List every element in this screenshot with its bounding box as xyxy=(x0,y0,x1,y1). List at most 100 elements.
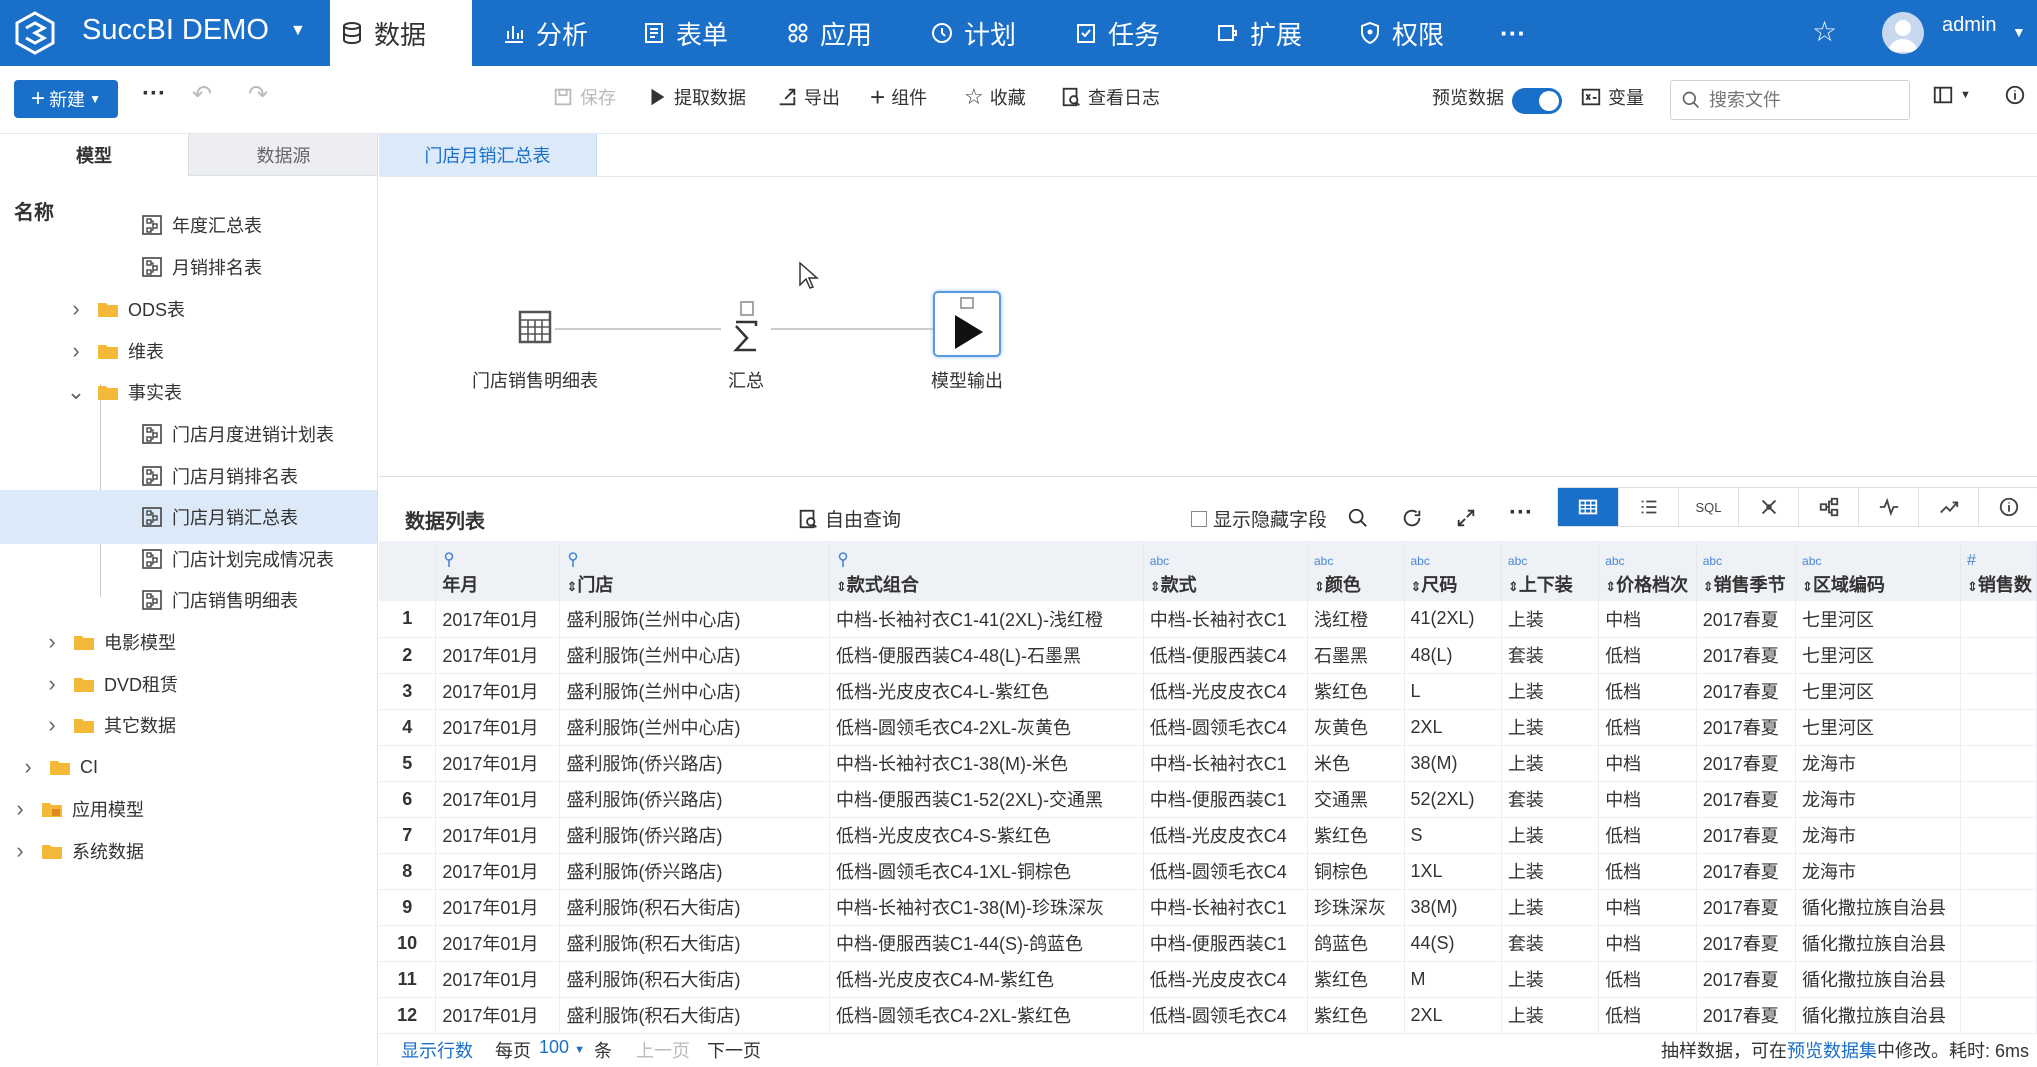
table-row[interactable]: 1 2017年01月 盛利服饰(兰州中心店) 中档-长袖衬衣C1-41(2XL)-浅红… xyxy=(379,601,2037,638)
app-brand[interactable]: SuccBI DEMO xyxy=(82,14,269,47)
redo-icon[interactable]: ↷ xyxy=(248,80,268,109)
sort-icon[interactable]: ⇕ xyxy=(1802,579,1813,594)
chevron-right-icon[interactable]: › xyxy=(32,671,72,697)
sort-icon[interactable]: ⇕ xyxy=(1508,579,1519,594)
flow-node-source[interactable]: 门店销售明细表 xyxy=(472,297,598,391)
sql-view-button[interactable]: SQL xyxy=(1678,488,1738,526)
sort-icon[interactable]: ⇕ xyxy=(1314,579,1325,594)
show-hidden-fields-checkbox[interactable]: 显示隐藏字段 xyxy=(1191,505,1327,532)
table-row[interactable]: 3 2017年01月 盛利服饰(兰州中心店) 低档-光皮皮衣C4-L-紫红色 低档-光皮… xyxy=(379,673,2037,710)
table-row[interactable]: 11 2017年01月 盛利服饰(积石大街店) 低档-光皮皮衣C4-M-紫红色 低档-光… xyxy=(379,961,2037,998)
nav-tab-plan[interactable]: 计划 xyxy=(920,0,1026,66)
undo-icon[interactable]: ↶ xyxy=(192,80,212,109)
flow-node-output[interactable]: 模型输出 xyxy=(931,291,1003,391)
sort-icon[interactable]: ⇕ xyxy=(836,579,847,594)
column-header[interactable]: ⇕门店 xyxy=(559,541,830,601)
flow-node-aggregate[interactable]: 汇总 xyxy=(721,297,771,391)
prev-page-button[interactable]: 上一页 xyxy=(636,1037,690,1063)
show-rows-link[interactable]: 显示行数 xyxy=(401,1037,473,1063)
sort-icon[interactable]: ⇕ xyxy=(566,579,577,594)
chevron-down-icon[interactable]: ▼ xyxy=(2012,24,2026,40)
table-row[interactable]: 12 2017年01月 盛利服饰(积石大街店) 低档-圆领毛衣C4-2XL-紫红色 低档… xyxy=(379,997,2037,1034)
table-row[interactable]: 5 2017年01月 盛利服饰(侨兴路店) 中档-长袖衬衣C1-38(M)-米色 中档-… xyxy=(379,745,2037,782)
column-header[interactable]: abc ⇕区域编码 xyxy=(1795,541,1962,601)
column-header[interactable]: abc ⇕上下装 xyxy=(1501,541,1600,601)
column-header[interactable]: abc ⇕款式 xyxy=(1143,541,1308,601)
tree-item-folder[interactable]: › 系统数据 xyxy=(0,824,377,878)
nav-tab-permission[interactable]: 权限 xyxy=(1348,0,1454,66)
refresh-icon[interactable] xyxy=(1401,507,1423,529)
column-header[interactable]: abc ⇕尺码 xyxy=(1404,541,1502,601)
preview-dataset-link[interactable]: 预览数据集 xyxy=(1787,1041,1877,1061)
chevron-right-icon[interactable]: › xyxy=(0,796,40,822)
table-row[interactable]: 7 2017年01月 盛利服饰(侨兴路店) 低档-光皮皮衣C4-S-紫红色 低档-光皮皮… xyxy=(379,817,2037,854)
search-icon[interactable] xyxy=(1347,507,1369,529)
nav-tab-analysis[interactable]: 分析 xyxy=(492,0,598,66)
free-query-button[interactable]: 自由查询 xyxy=(797,505,901,532)
sort-icon[interactable]: ⇕ xyxy=(1150,579,1161,594)
trend-view-button[interactable] xyxy=(1918,488,1978,526)
chevron-right-icon[interactable]: › xyxy=(32,712,72,738)
relation-view-button[interactable] xyxy=(1798,488,1858,526)
sort-icon[interactable]: ⇕ xyxy=(1411,579,1422,594)
preview-data-toggle[interactable] xyxy=(1512,88,1562,114)
avatar[interactable] xyxy=(1882,12,1924,54)
search-input[interactable] xyxy=(1709,89,1899,111)
column-header[interactable]: abc ⇕销售季节 xyxy=(1696,541,1797,601)
info-button[interactable] xyxy=(2004,84,2026,106)
list-view-button[interactable] xyxy=(1618,488,1678,526)
tab-datasource[interactable]: 数据源 xyxy=(188,134,377,176)
star-icon[interactable]: ☆ xyxy=(1812,15,1837,48)
column-header[interactable]: abc ⇕价格档次 xyxy=(1598,541,1697,601)
column-header[interactable]: ⇕款式组合 xyxy=(829,541,1144,601)
save-button[interactable]: 保存 xyxy=(552,84,616,110)
expand-icon[interactable] xyxy=(1455,507,1477,529)
variables-button[interactable]: 变量 xyxy=(1580,84,1644,110)
doc-tab-active[interactable]: 门店月销汇总表 xyxy=(379,134,597,176)
export-button[interactable]: 导出 xyxy=(776,84,840,110)
nav-tab-data[interactable]: 数据 xyxy=(330,0,472,66)
lineage-view-button[interactable] xyxy=(1738,488,1798,526)
nav-tab-extension[interactable]: 扩展 xyxy=(1206,0,1312,66)
table-row[interactable]: 2 2017年01月 盛利服饰(兰州中心店) 低档-便服西装C4-48(L)-石墨黑低… xyxy=(379,637,2037,674)
search-box[interactable] xyxy=(1670,80,1910,120)
column-header[interactable]: 年月 xyxy=(435,541,561,601)
nav-tab-form[interactable]: 表单 xyxy=(632,0,738,66)
model-flow-canvas[interactable]: 门店销售明细表 汇总 模型输出 xyxy=(379,176,2037,476)
column-header[interactable]: # ⇕销售数 xyxy=(1960,541,2037,601)
table-row[interactable]: 8 2017年01月 盛利服饰(侨兴路店) 低档-圆领毛衣C4-1XL-铜棕色 低档-圆… xyxy=(379,853,2037,890)
chevron-right-icon[interactable]: › xyxy=(32,629,72,655)
more-icon[interactable]: ··· xyxy=(1509,499,1533,527)
page-size-select[interactable]: 100 ▼ xyxy=(539,1037,585,1058)
sort-icon[interactable]: ⇕ xyxy=(1703,579,1714,594)
layout-toggle-button[interactable]: ▼ xyxy=(1932,84,1971,106)
grid-view-button[interactable] xyxy=(1558,488,1618,526)
table-row[interactable]: 4 2017年01月 盛利服饰(兰州中心店) 低档-圆领毛衣C4-2XL-灰黄色 低档-… xyxy=(379,709,2037,746)
sort-icon[interactable]: ⇕ xyxy=(1967,579,1978,594)
component-button[interactable]: + 组件 xyxy=(870,84,927,110)
chevron-right-icon[interactable]: › xyxy=(0,838,40,864)
profile-view-button[interactable] xyxy=(1858,488,1918,526)
tab-model[interactable]: 模型 xyxy=(0,134,188,176)
new-button[interactable]: + 新建 ▼ xyxy=(14,80,118,118)
succbi-logo-icon[interactable] xyxy=(12,10,58,56)
column-header[interactable]: abc ⇕颜色 xyxy=(1307,541,1405,601)
chevron-right-icon[interactable]: › xyxy=(56,296,96,322)
username[interactable]: admin xyxy=(1942,14,1996,37)
chevron-right-icon[interactable]: › xyxy=(8,754,48,780)
next-page-button[interactable]: 下一页 xyxy=(707,1037,761,1063)
extract-data-button[interactable]: 提取数据 xyxy=(646,84,746,110)
chevron-down-icon[interactable]: ▼ xyxy=(290,22,306,40)
sort-icon[interactable]: ⇕ xyxy=(1605,579,1616,594)
table-row[interactable]: 9 2017年01月 盛利服饰(积石大街店) 中档-长袖衬衣C1-38(M)-珍珠深灰… xyxy=(379,889,2037,926)
info-view-button[interactable] xyxy=(1978,488,2037,526)
view-log-button[interactable]: 查看日志 xyxy=(1060,84,1160,110)
chevron-right-icon[interactable]: › xyxy=(56,338,96,364)
table-row[interactable]: 6 2017年01月 盛利服饰(侨兴路店) 中档-便服西装C1-52(2XL)-交通黑… xyxy=(379,781,2037,818)
nav-tab-task[interactable]: 任务 xyxy=(1064,0,1170,66)
favorite-button[interactable]: ☆ 收藏 xyxy=(964,84,1026,110)
table-row[interactable]: 10 2017年01月 盛利服饰(积石大街店) 中档-便服西装C1-44(S)-鸽蓝色… xyxy=(379,925,2037,962)
nav-tab-apps[interactable]: 应用 xyxy=(776,0,882,66)
chevron-down-icon[interactable]: ⌄ xyxy=(56,379,96,405)
more-button[interactable]: ··· xyxy=(142,80,166,108)
